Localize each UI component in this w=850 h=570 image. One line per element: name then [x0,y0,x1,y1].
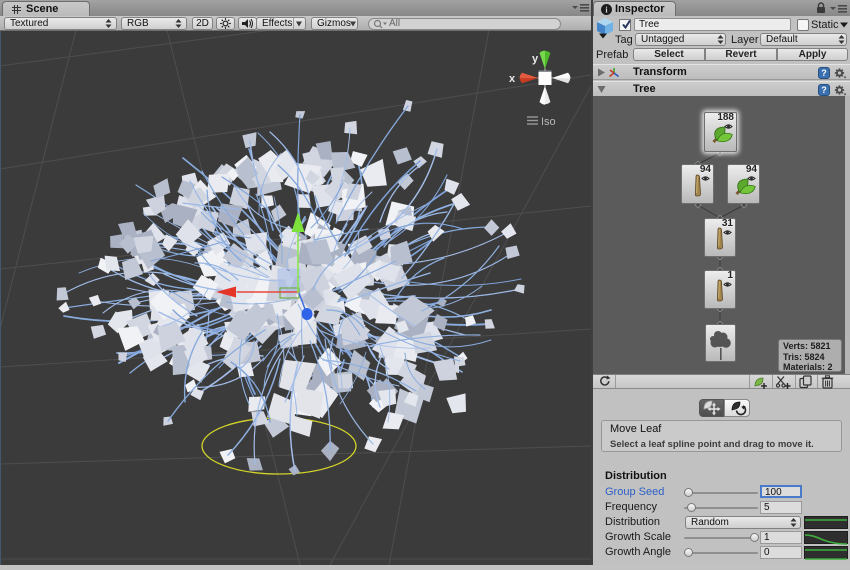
svg-text:Iso: Iso [541,116,556,128]
svg-text:?: ? [821,85,827,95]
svg-text:?: ? [821,68,827,78]
svg-text:y: y [532,53,539,65]
svg-text:x: x [509,73,516,85]
